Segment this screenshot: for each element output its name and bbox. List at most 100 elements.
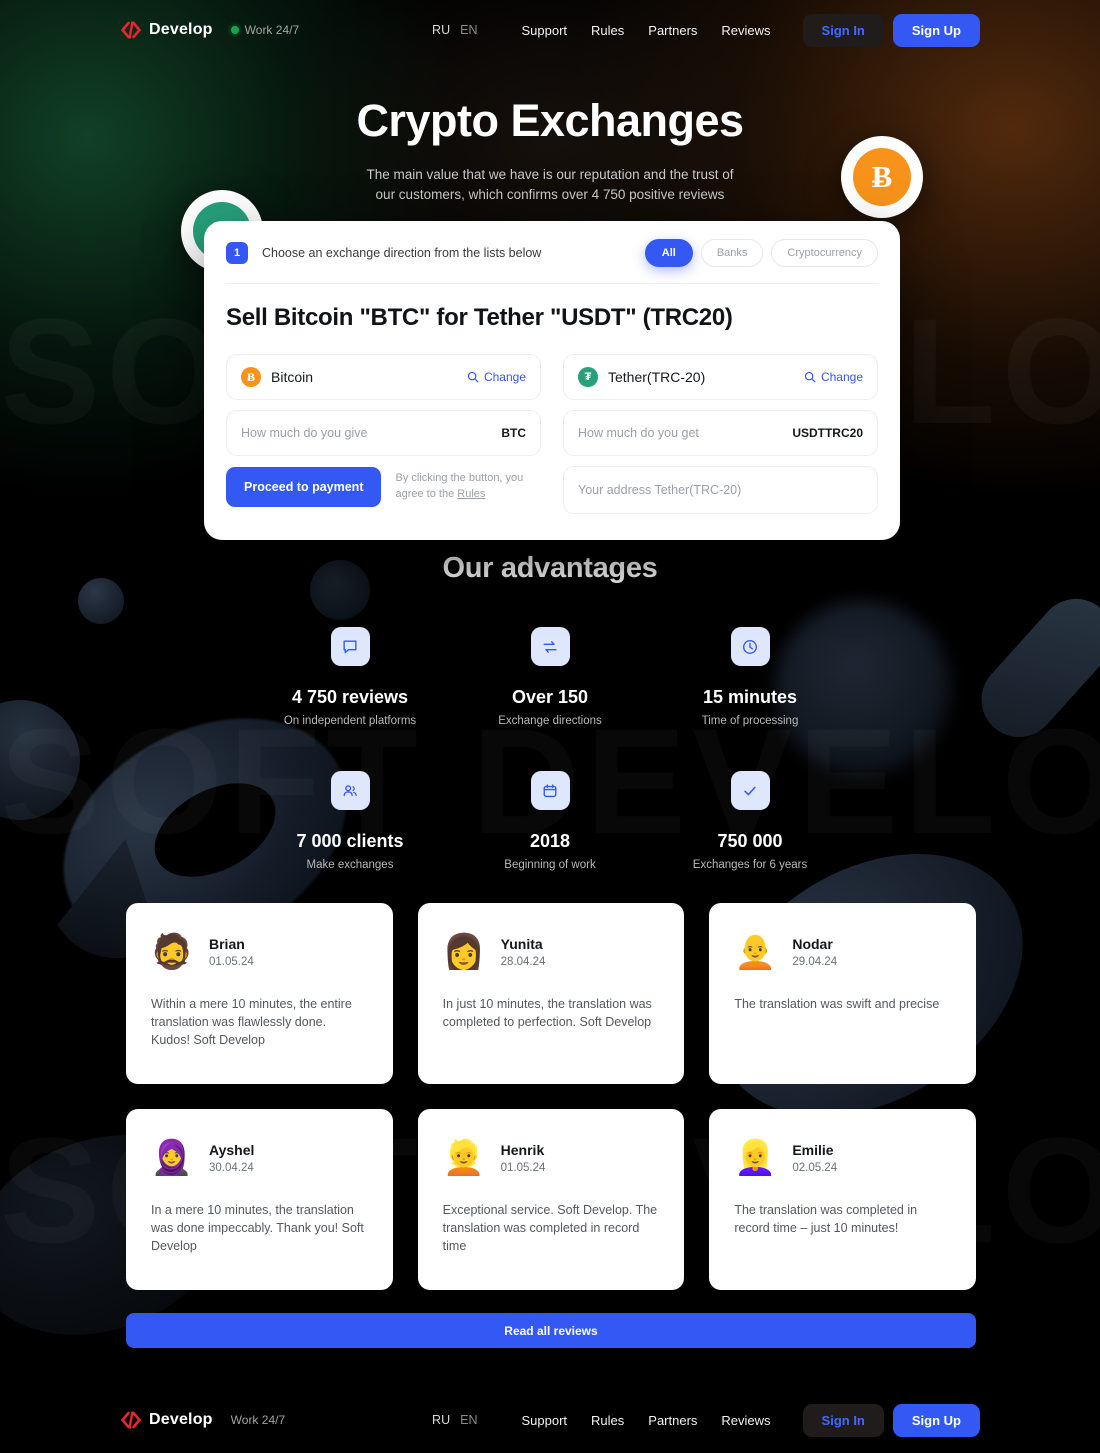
search-icon — [467, 371, 479, 383]
review-card: 👩 Yunita 28.04.24 In just 10 minutes, th… — [417, 903, 685, 1084]
site-header: Develop Work 24/7 RU EN Support Rules Pa… — [0, 0, 1100, 60]
read-all-reviews-button[interactable]: Read all reviews — [126, 1313, 976, 1348]
page-root: SOFT DEVELOP SOFT DEVELOP SOFT DEVELOP D… — [0, 0, 1100, 1453]
review-date: 29.04.24 — [792, 956, 838, 968]
step-number-badge: 1 — [226, 242, 248, 264]
review-date: 30.04.24 — [209, 1162, 254, 1174]
review-header: 🧔 Brian 01.05.24 — [151, 931, 368, 973]
advantage-item: 15 minutes Time of processing — [650, 627, 850, 727]
footer-brand-logo[interactable]: Develop — [120, 1411, 213, 1429]
give-change-button[interactable]: Change — [467, 370, 526, 384]
nav-link-reviews[interactable]: Reviews — [721, 23, 770, 38]
hero-subtitle-line1: The main value that we have is our reput… — [366, 167, 734, 182]
footer-sign-in-button[interactable]: Sign In — [802, 1403, 884, 1437]
exchange-pair-title: Sell Bitcoin "BTC" for Tether "USDT" (TR… — [226, 304, 733, 331]
advantage-label: Time of processing — [701, 715, 799, 727]
give-currency-unit: BTC — [501, 426, 526, 440]
advantage-value: 7 000 clients — [296, 831, 404, 851]
advantage-value: Over 150 — [511, 687, 589, 707]
reviews-section: 🧔 Brian 01.05.24 Within a mere 10 minute… — [126, 903, 976, 1348]
tether-icon: ₮ — [578, 367, 598, 387]
review-header: 👱‍♀️ Emilie 02.05.24 — [734, 1137, 951, 1179]
footer-work-status-label: Work 24/7 — [230, 1413, 286, 1427]
footer-link-reviews[interactable]: Reviews — [721, 1413, 770, 1428]
footer-link-rules[interactable]: Rules — [591, 1413, 624, 1428]
nav-link-rules[interactable]: Rules — [591, 23, 624, 38]
review-meta: Yunita 28.04.24 — [501, 936, 546, 968]
nav-link-partners[interactable]: Partners — [648, 23, 697, 38]
get-currency-unit: USDTTRC20 — [792, 426, 863, 440]
sign-up-button[interactable]: Sign Up — [892, 13, 980, 47]
review-meta: Emilie 02.05.24 — [792, 1142, 837, 1174]
code-slash-logo-icon — [120, 21, 142, 39]
review-card: 👱 Henrik 01.05.24 Exceptional service. S… — [417, 1109, 685, 1290]
get-change-button[interactable]: Change — [804, 370, 863, 384]
give-column: Ƀ Bitcoin Change BTC — [226, 354, 541, 514]
nav-link-support[interactable]: Support — [521, 23, 567, 38]
work-status: Work 24/7 — [230, 23, 299, 37]
review-text: The translation was swift and precise — [734, 997, 940, 1011]
give-amount-input[interactable] — [241, 426, 494, 440]
get-amount-input[interactable] — [578, 426, 785, 440]
advantage-item: 7 000 clients Make exchanges — [250, 771, 450, 871]
category-filters: All Banks Cryptocurrency — [644, 239, 878, 267]
review-header: 👱 Henrik 01.05.24 — [442, 1137, 660, 1179]
filter-chip-all[interactable]: All — [644, 239, 693, 267]
filter-chip-cryptocurrency[interactable]: Cryptocurrency — [771, 239, 878, 267]
wallet-address-input[interactable] — [578, 483, 863, 497]
review-meta: Nodar 29.04.24 — [792, 936, 837, 968]
advantage-value: 4 750 reviews — [291, 687, 409, 707]
review-header: 👩 Yunita 28.04.24 — [442, 931, 660, 973]
exchange-columns: Ƀ Bitcoin Change BTC — [226, 354, 878, 514]
filter-chip-banks[interactable]: Banks — [700, 239, 764, 267]
review-card: 🧑‍🦲 Nodar 29.04.24 The translation was s… — [709, 903, 976, 1084]
give-change-label: Change — [483, 370, 526, 384]
proceed-to-payment-button[interactable]: Proceed to payment — [226, 467, 382, 507]
footer-brand-name: Develop — [149, 1411, 213, 1428]
lang-en[interactable]: EN — [460, 23, 477, 37]
footer-link-partners[interactable]: Partners — [648, 1413, 697, 1428]
advantage-value: 750 000 — [717, 831, 783, 851]
give-currency-selector[interactable]: Ƀ Bitcoin Change — [226, 354, 541, 400]
search-icon — [804, 371, 816, 383]
get-change-label: Change — [820, 370, 863, 384]
hero-section: Crypto Exchanges The main value that we … — [0, 95, 1100, 204]
give-amount-field[interactable]: BTC — [226, 410, 541, 456]
step-instruction: Choose an exchange direction from the li… — [262, 246, 542, 260]
give-currency-name: Bitcoin — [271, 369, 314, 385]
footer-lang-en[interactable]: EN — [460, 1413, 477, 1427]
sign-in-button[interactable]: Sign In — [802, 13, 884, 47]
footer-nav: RU EN Support Rules Partners Reviews Sig… — [432, 1403, 980, 1437]
review-text: In a mere 10 minutes, the translation wa… — [151, 1203, 364, 1254]
advantages-grid: 4 750 reviews On independent platforms O… — [250, 627, 850, 871]
reviews-grid: 🧔 Brian 01.05.24 Within a mere 10 minute… — [126, 903, 976, 1290]
footer-lang-ru[interactable]: RU — [432, 1413, 450, 1427]
review-header: 🧑‍🦲 Nodar 29.04.24 — [734, 931, 951, 973]
rules-link[interactable]: Rules — [457, 488, 485, 500]
header-nav: RU EN Support Rules Partners Reviews Sig… — [432, 13, 980, 47]
floating-bitcoin-coin-icon: Ƀ — [841, 136, 923, 218]
advantages-section: Our advantages 4 750 reviews On independ… — [0, 552, 1100, 871]
get-amount-field[interactable]: USDTTRC20 — [563, 410, 878, 456]
review-date: 02.05.24 — [792, 1162, 838, 1174]
avatar: 🧑‍🦲 — [734, 933, 777, 971]
get-column: ₮ Tether(TRC-20) Change USDTTRC20 — [563, 354, 878, 514]
bitcoin-icon: Ƀ — [241, 367, 261, 387]
advantage-item: 4 750 reviews On independent platforms — [250, 627, 450, 727]
footer-language-switcher: RU EN — [432, 1413, 477, 1427]
review-text: Within a mere 10 minutes, the entire tra… — [151, 997, 352, 1048]
review-card: 👱‍♀️ Emilie 02.05.24 The translation was… — [709, 1109, 976, 1290]
avatar: 👱‍♀️ — [734, 1139, 777, 1177]
hero-subtitle: The main value that we have is our reput… — [0, 165, 1100, 204]
footer-sign-up-button[interactable]: Sign Up — [892, 1403, 980, 1437]
wallet-address-field[interactable] — [563, 466, 878, 514]
brand-name: Develop — [149, 21, 213, 38]
advantage-label: Make exchanges — [306, 859, 394, 871]
brand-logo[interactable]: Develop — [120, 21, 213, 39]
get-currency-selector[interactable]: ₮ Tether(TRC-20) Change — [563, 354, 878, 400]
review-meta: Ayshel 30.04.24 — [209, 1142, 254, 1174]
chat-bubble-icon — [330, 627, 370, 666]
footer-link-support[interactable]: Support — [521, 1413, 567, 1428]
lang-ru[interactable]: RU — [432, 23, 450, 37]
header-links: Support Rules Partners Reviews — [521, 23, 770, 38]
